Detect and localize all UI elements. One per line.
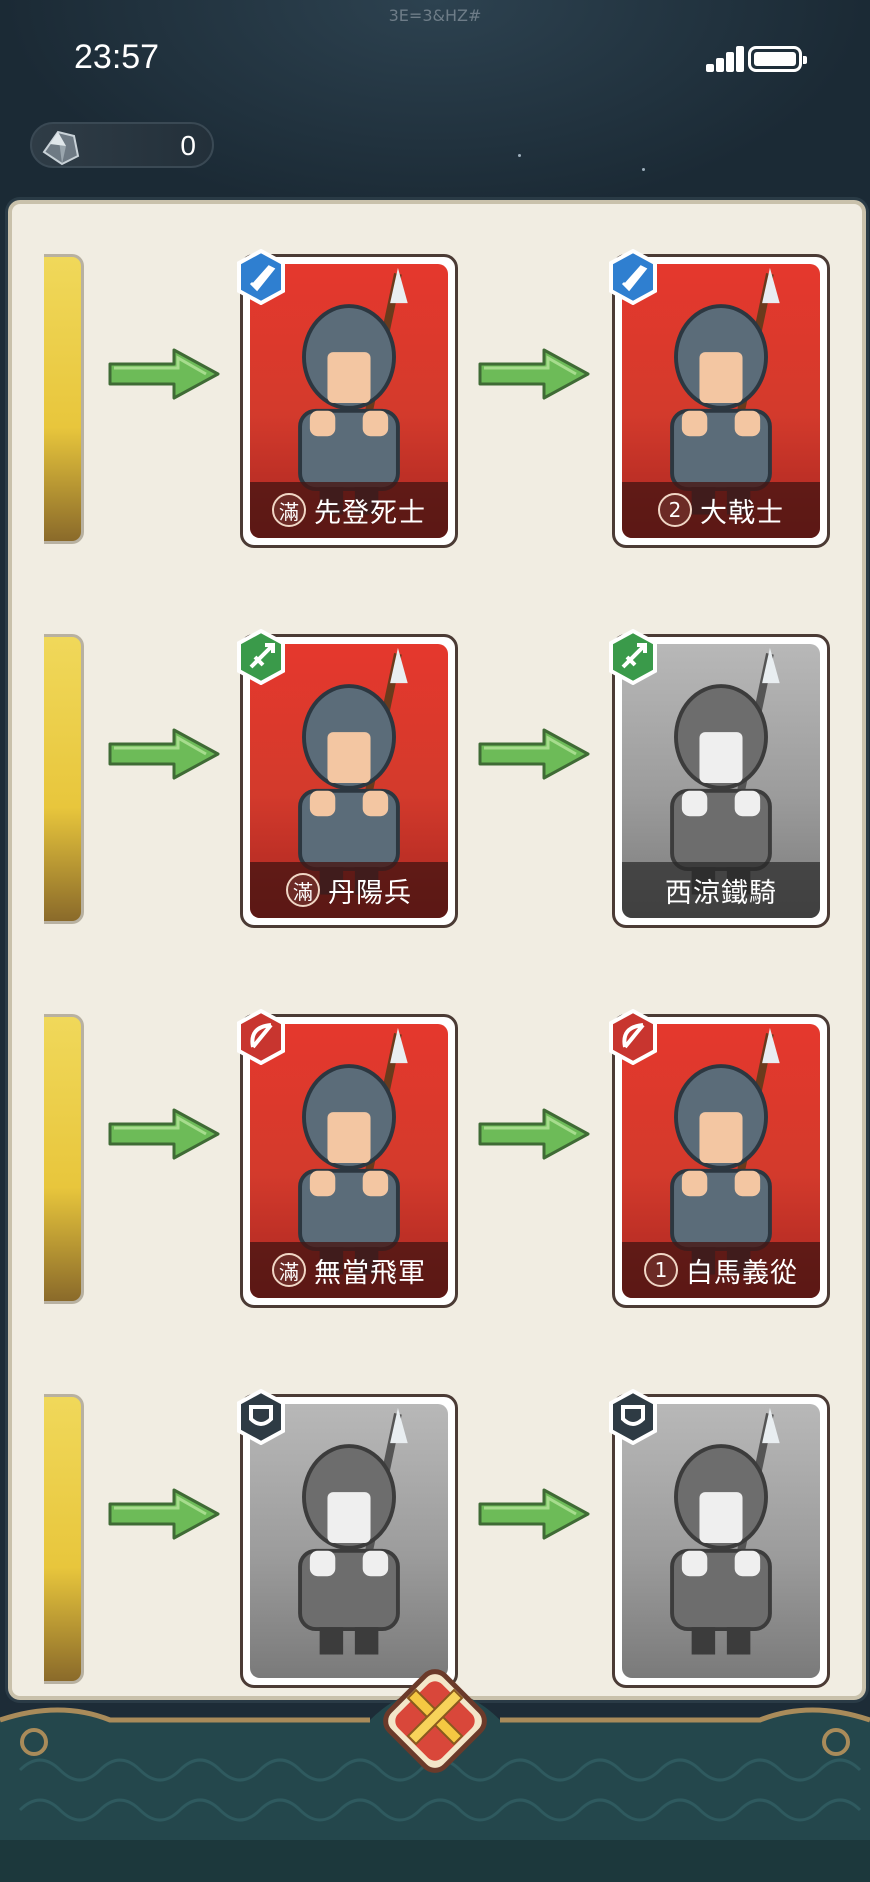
status-time: 23:57 — [74, 38, 160, 76]
unit-card[interactable]: 滿 先登死士 — [237, 249, 458, 548]
previous-unit-card-edge[interactable] — [44, 634, 84, 924]
unit-name: 無當飛軍 — [314, 1257, 426, 1289]
upgrade-arrow-icon — [478, 728, 590, 780]
unit-name: 先登死士 — [314, 497, 426, 529]
evolution-row — [12, 1344, 870, 1688]
card-name-bar: 1 白馬義從 — [622, 1242, 820, 1298]
evolution-row: 滿 先登死士 2 大戟士 — [12, 204, 870, 548]
card-level-badge: 滿 — [272, 1253, 306, 1287]
spear-badge-icon — [609, 629, 657, 685]
bow-badge-icon — [609, 1009, 657, 1065]
card-name-bar: 滿 無當飛軍 — [250, 1242, 448, 1298]
upgrade-arrow-icon — [108, 1108, 220, 1160]
battery-icon — [748, 46, 807, 72]
upgrade-arrow-icon — [478, 1108, 590, 1160]
upgrade-arrow-icon — [478, 1488, 590, 1540]
card-name-bar: 滿 先登死士 — [250, 482, 448, 538]
unit-card[interactable]: 1 白馬義從 — [609, 1009, 830, 1308]
evolution-panel: 滿 先登死士 2 大戟士 滿 丹陽兵 西涼鐵騎 滿 無當飛軍 1 白馬義從 — [8, 200, 866, 1700]
sword-badge-icon — [609, 249, 657, 305]
card-level-badge: 1 — [644, 1253, 678, 1287]
unit-card[interactable]: 滿 丹陽兵 — [237, 629, 458, 928]
unit-card[interactable] — [609, 1389, 830, 1688]
previous-unit-card-edge[interactable] — [44, 254, 84, 544]
unit-name: 白馬義從 — [686, 1257, 798, 1289]
card-level-badge: 滿 — [272, 493, 306, 527]
soldier-illustration — [298, 1407, 408, 1655]
previous-unit-card-edge[interactable] — [44, 1014, 84, 1304]
signal-icon — [706, 46, 744, 72]
unit-name: 丹陽兵 — [328, 877, 412, 909]
previous-unit-card-edge[interactable] — [44, 1394, 84, 1684]
unit-name: 西涼鐵騎 — [665, 877, 777, 909]
evolution-row: 滿 丹陽兵 西涼鐵騎 — [12, 584, 870, 928]
unit-name: 大戟士 — [700, 497, 784, 529]
shield-badge-icon — [609, 1389, 657, 1445]
spear-badge-icon — [237, 629, 285, 685]
resource-value: 0 — [180, 130, 196, 161]
upgrade-arrow-icon — [108, 728, 220, 780]
unit-card[interactable]: 西涼鐵騎 — [609, 629, 830, 928]
upgrade-arrow-icon — [478, 348, 590, 400]
resource-counter[interactable]: 0 — [30, 122, 214, 168]
unit-card[interactable] — [237, 1389, 458, 1688]
bow-badge-icon — [237, 1009, 285, 1065]
unit-card[interactable]: 2 大戟士 — [609, 249, 830, 548]
card-name-bar: 滿 丹陽兵 — [250, 862, 448, 918]
card-level-badge: 滿 — [286, 873, 320, 907]
watermark: 3E=3&HZ# — [388, 6, 482, 25]
shield-badge-icon — [237, 1389, 285, 1445]
soldier-illustration — [670, 1407, 780, 1655]
top-background — [0, 0, 870, 220]
unit-card[interactable]: 滿 無當飛軍 — [237, 1009, 458, 1308]
card-name-bar: 2 大戟士 — [622, 482, 820, 538]
evolution-row: 滿 無當飛軍 1 白馬義從 — [12, 964, 870, 1308]
sword-badge-icon — [237, 249, 285, 305]
upgrade-arrow-icon — [108, 1488, 220, 1540]
card-name-bar: 西涼鐵騎 — [622, 862, 820, 918]
upgrade-arrow-icon — [108, 348, 220, 400]
card-level-badge: 2 — [658, 493, 692, 527]
close-button[interactable] — [374, 1660, 496, 1782]
ore-icon — [42, 130, 80, 166]
